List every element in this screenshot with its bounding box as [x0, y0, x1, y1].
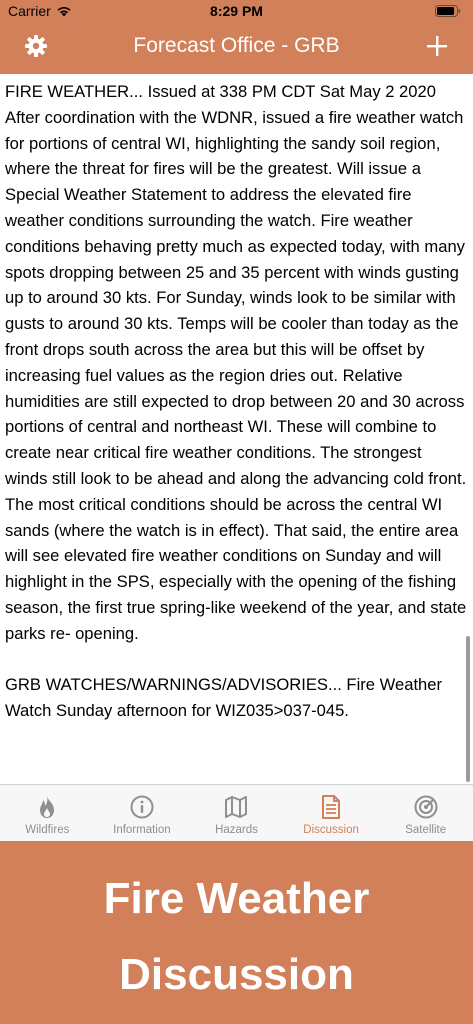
- discussion-paragraph-fire-weather: FIRE WEATHER... Issued at 338 PM CDT Sat…: [5, 82, 467, 643]
- tab-label-information: Information: [113, 824, 171, 836]
- navigation-bar: Forecast Office - GRB: [0, 26, 473, 70]
- flame-icon: [40, 796, 55, 818]
- tab-bar: Wildfires Information Hazards Discussion…: [0, 784, 473, 841]
- tab-discussion[interactable]: Discussion: [284, 785, 379, 841]
- discussion-text: FIRE WEATHER... Issued at 338 PM CDT Sat…: [5, 79, 467, 750]
- tab-wildfires[interactable]: Wildfires: [0, 785, 95, 841]
- tab-label-discussion: Discussion: [303, 824, 359, 836]
- info-icon: [130, 795, 154, 819]
- tab-information[interactable]: Information: [95, 785, 190, 841]
- tab-label-hazards: Hazards: [215, 824, 258, 836]
- scrollbar[interactable]: [466, 636, 470, 782]
- discussion-paragraph-advisories: GRB WATCHES/WARNINGS/ADVISORIES... Fire …: [5, 675, 443, 721]
- gear-icon[interactable]: [24, 34, 48, 58]
- map-icon: [225, 796, 248, 818]
- tab-label-satellite: Satellite: [405, 824, 447, 836]
- page-title: Forecast Office - GRB: [133, 34, 340, 57]
- satellite-icon: [414, 795, 438, 819]
- tab-label-wildfires: Wildfires: [25, 824, 70, 836]
- discussion-scroll-view[interactable]: FIRE WEATHER... Issued at 338 PM CDT Sat…: [0, 74, 473, 784]
- banner-title-line-1: Fire Weather: [103, 874, 370, 923]
- tab-satellite[interactable]: Satellite: [378, 785, 473, 841]
- document-icon: [322, 795, 341, 819]
- battery-icon: [435, 5, 461, 17]
- tab-hazards[interactable]: Hazards: [189, 785, 284, 841]
- feature-banner: Fire Weather Discussion: [0, 841, 473, 1024]
- banner-title-line-2: Discussion: [119, 950, 354, 999]
- header: Carrier 8:29 PM Forecast Office - GRB: [0, 0, 473, 74]
- battery-level: [437, 7, 455, 15]
- plus-icon[interactable]: [425, 34, 449, 58]
- app-screen: Carrier 8:29 PM Forecast Office - GRB FI…: [0, 0, 473, 1024]
- status-bar: Carrier 8:29 PM: [0, 0, 473, 24]
- status-time: 8:29 PM: [210, 3, 263, 19]
